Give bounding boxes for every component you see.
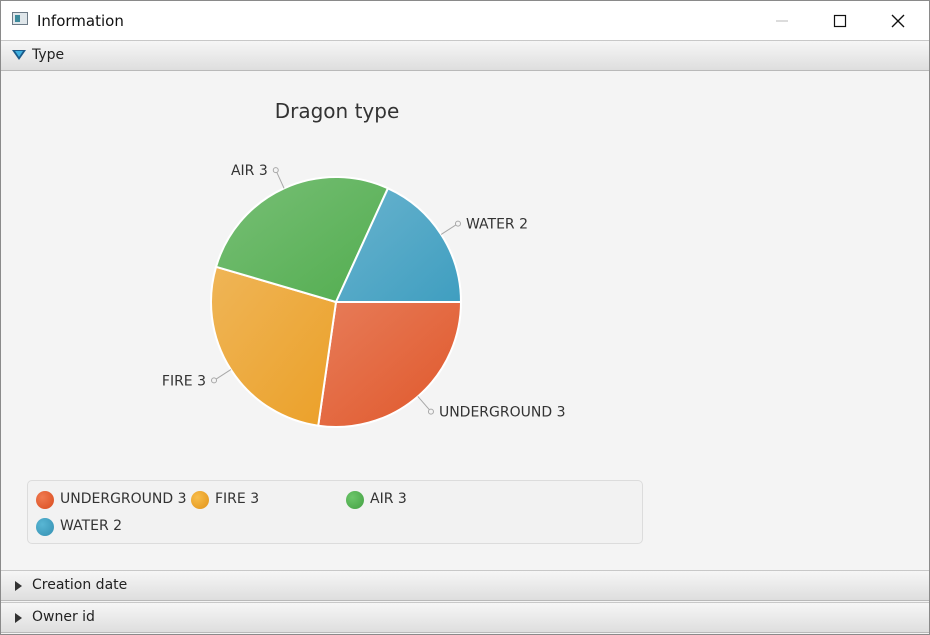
- creation-date-pane-header[interactable]: Creation date: [1, 570, 929, 601]
- close-icon: [891, 14, 905, 28]
- slice-label-underground: UNDERGROUND 3: [439, 405, 566, 421]
- minimize-button[interactable]: [753, 1, 811, 40]
- type-pane-content: Dragon type UNDERGROUND 3 FIRE 3 AIR 3 WATE…: [1, 72, 929, 570]
- legend-label-air: AIR 3: [370, 491, 407, 507]
- legend-dot-underground: [36, 491, 54, 509]
- slice-leader-dot: [211, 377, 218, 384]
- creation-date-pane-title: Creation date: [32, 577, 128, 593]
- app-window-icon: [12, 12, 28, 25]
- type-pane-header[interactable]: Type: [1, 40, 929, 71]
- type-pane-title: Type: [32, 47, 65, 63]
- maximize-button[interactable]: [811, 1, 869, 40]
- slice-leader-dot: [427, 408, 434, 415]
- window-title: Information: [37, 12, 124, 30]
- legend-label-fire: FIRE 3: [215, 491, 260, 507]
- owner-id-pane-title: Owner id: [32, 609, 95, 625]
- collapsed-arrow-icon: [15, 613, 22, 623]
- title-bar[interactable]: Information: [1, 1, 929, 41]
- maximize-icon: [833, 14, 847, 28]
- slice-label-water: WATER 2: [466, 217, 528, 233]
- slice-leader-dot: [272, 167, 279, 174]
- slice-leader-line: [275, 169, 285, 189]
- legend-dot-fire: [191, 491, 209, 509]
- expanded-arrow-icon: [12, 50, 26, 60]
- legend-label-water: WATER 2: [60, 518, 123, 534]
- slice-leader-line: [440, 223, 459, 235]
- owner-id-pane-header[interactable]: Owner id: [1, 602, 929, 633]
- information-window: Information Type Dragon type UNDERGROUND…: [0, 0, 930, 635]
- pie-chart: UNDERGROUND 3 FIRE 3 AIR 3 WATER 2: [162, 163, 566, 428]
- slice-label-air: AIR 3: [231, 163, 268, 179]
- close-button[interactable]: [869, 1, 927, 40]
- chart-legend: UNDERGROUND 3 FIRE 3 AIR 3 WATER 2: [27, 480, 643, 544]
- minimize-icon: [776, 20, 788, 22]
- collapsed-arrow-icon: [15, 581, 22, 591]
- slice-leader-dot: [454, 220, 461, 227]
- legend-dot-air: [346, 491, 364, 509]
- legend-label-underground: UNDERGROUND 3: [60, 491, 187, 507]
- legend-dot-water: [36, 518, 54, 536]
- slice-label-fire: FIRE 3: [162, 373, 206, 389]
